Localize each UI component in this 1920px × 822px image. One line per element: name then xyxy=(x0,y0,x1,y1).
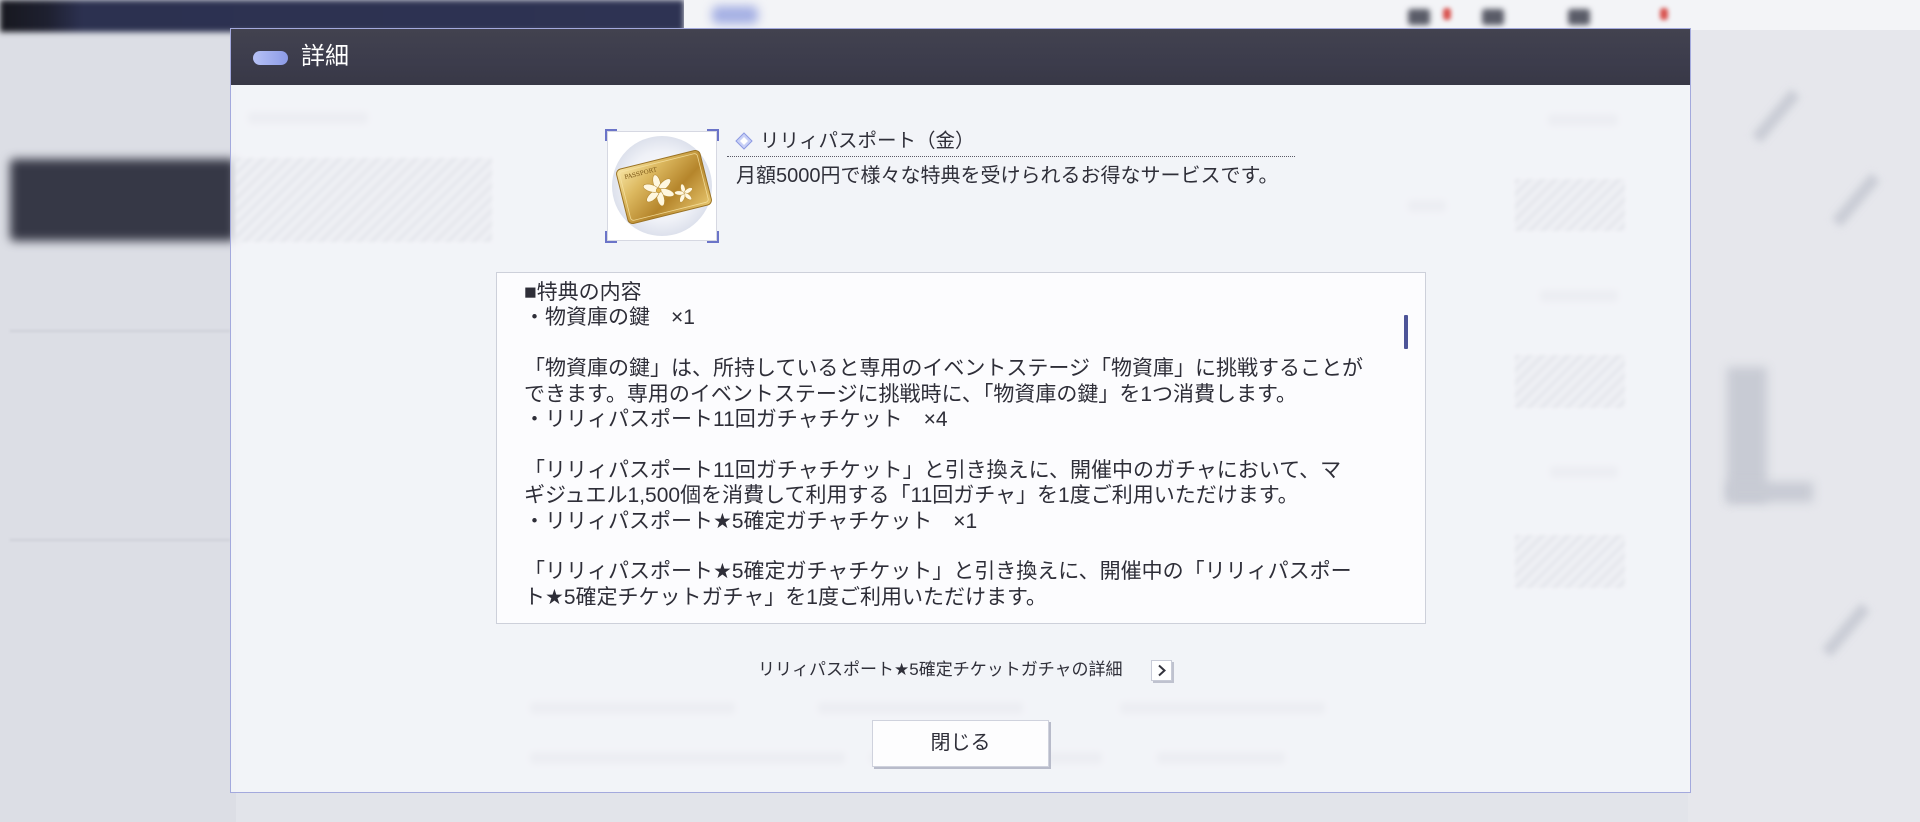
dialog-title: 詳細 xyxy=(301,43,349,70)
benefit-item: ・リリィパスポート★5確定ガチャチケット ×1 xyxy=(524,509,978,533)
benefit-description-line: 「リリィパスポート★5確定ガチャチケット」と引き換えに、開催中の「リリィパスポー xyxy=(524,560,1352,584)
background-top-strip xyxy=(684,0,1920,30)
background-decoration xyxy=(1727,482,1813,502)
background-top-tab xyxy=(712,6,758,24)
benefit-item: ・リリィパスポート11回ガチャチケット ×4 xyxy=(524,407,948,431)
background-top-icon xyxy=(1408,9,1430,25)
background-notification-dot xyxy=(1443,8,1451,20)
background-left-panel xyxy=(0,30,236,822)
benefits-scrollbar-thumb[interactable] xyxy=(1404,315,1408,349)
diamond-icon xyxy=(735,132,753,150)
close-button[interactable]: 閉じる xyxy=(872,720,1049,767)
pill-icon xyxy=(253,51,288,65)
benefit-description-line: ト★5確定チケットガチャ」を1度ご利用いただけます。 xyxy=(524,585,1047,609)
benefits-content: ■特典の内容 ・物資庫の鍵 ×1 「物資庫の鍵」は、所持していると専用のイベント… xyxy=(524,280,1363,610)
gacha-details-link-label[interactable]: リリィパスポート★5確定チケットガチャの詳細 xyxy=(758,657,1123,683)
frame-corner xyxy=(605,231,617,243)
dialog-header: 詳細 xyxy=(231,29,1690,85)
benefit-item: ・物資庫の鍵 ×1 xyxy=(524,306,695,330)
frame-corner xyxy=(707,231,719,243)
benefit-description-line: 「物資庫の鍵」は、所持していると専用のイベントステージ「物資庫」に挑戦することが xyxy=(524,357,1363,381)
chevron-right-icon xyxy=(1158,664,1166,677)
benefit-description-line: 「リリィパスポート11回ガチャチケット」と引き換えに、開催中のガチャにおいて、マ xyxy=(524,458,1342,482)
background-divider xyxy=(10,539,230,541)
background-top-icon xyxy=(1482,9,1504,25)
item-description: 月額5000円で様々な特典を受けられるお得なサービスです。 xyxy=(736,165,1279,187)
background-selected-row xyxy=(10,159,236,241)
background-notification-dot xyxy=(1660,8,1668,20)
benefits-heading: ■特典の内容 xyxy=(524,281,642,304)
item-name: リリィパスポート（金） xyxy=(760,130,975,152)
frame-corner xyxy=(605,129,617,141)
gold-passport-card-icon: PASSPORT xyxy=(605,129,719,243)
gacha-details-arrow-button[interactable] xyxy=(1151,660,1172,681)
benefits-scroll-box[interactable]: ■特典の内容 ・物資庫の鍵 ×1 「物資庫の鍵」は、所持していると専用のイベント… xyxy=(496,272,1426,624)
frame-corner xyxy=(707,129,719,141)
background-divider xyxy=(10,330,230,332)
benefit-description-line: ギジュエル1,500個を消費して利用する「11回ガチャ」を1度ご利用いただけます… xyxy=(524,484,1299,508)
details-dialog: 詳細 PASSPORT リリィパスポート（金） 月額5000円で様々な特典を受け… xyxy=(230,28,1691,793)
dotted-divider xyxy=(727,156,1295,157)
gacha-details-link[interactable]: リリィパスポート★5確定チケットガチャの詳細 xyxy=(758,657,1174,683)
benefit-description-line: できます。専用のイベントステージに挑戦時に、「物資庫の鍵」を1つ消費します。 xyxy=(524,382,1297,406)
background-right-panel xyxy=(1688,30,1920,822)
background-top-icon xyxy=(1568,9,1590,25)
